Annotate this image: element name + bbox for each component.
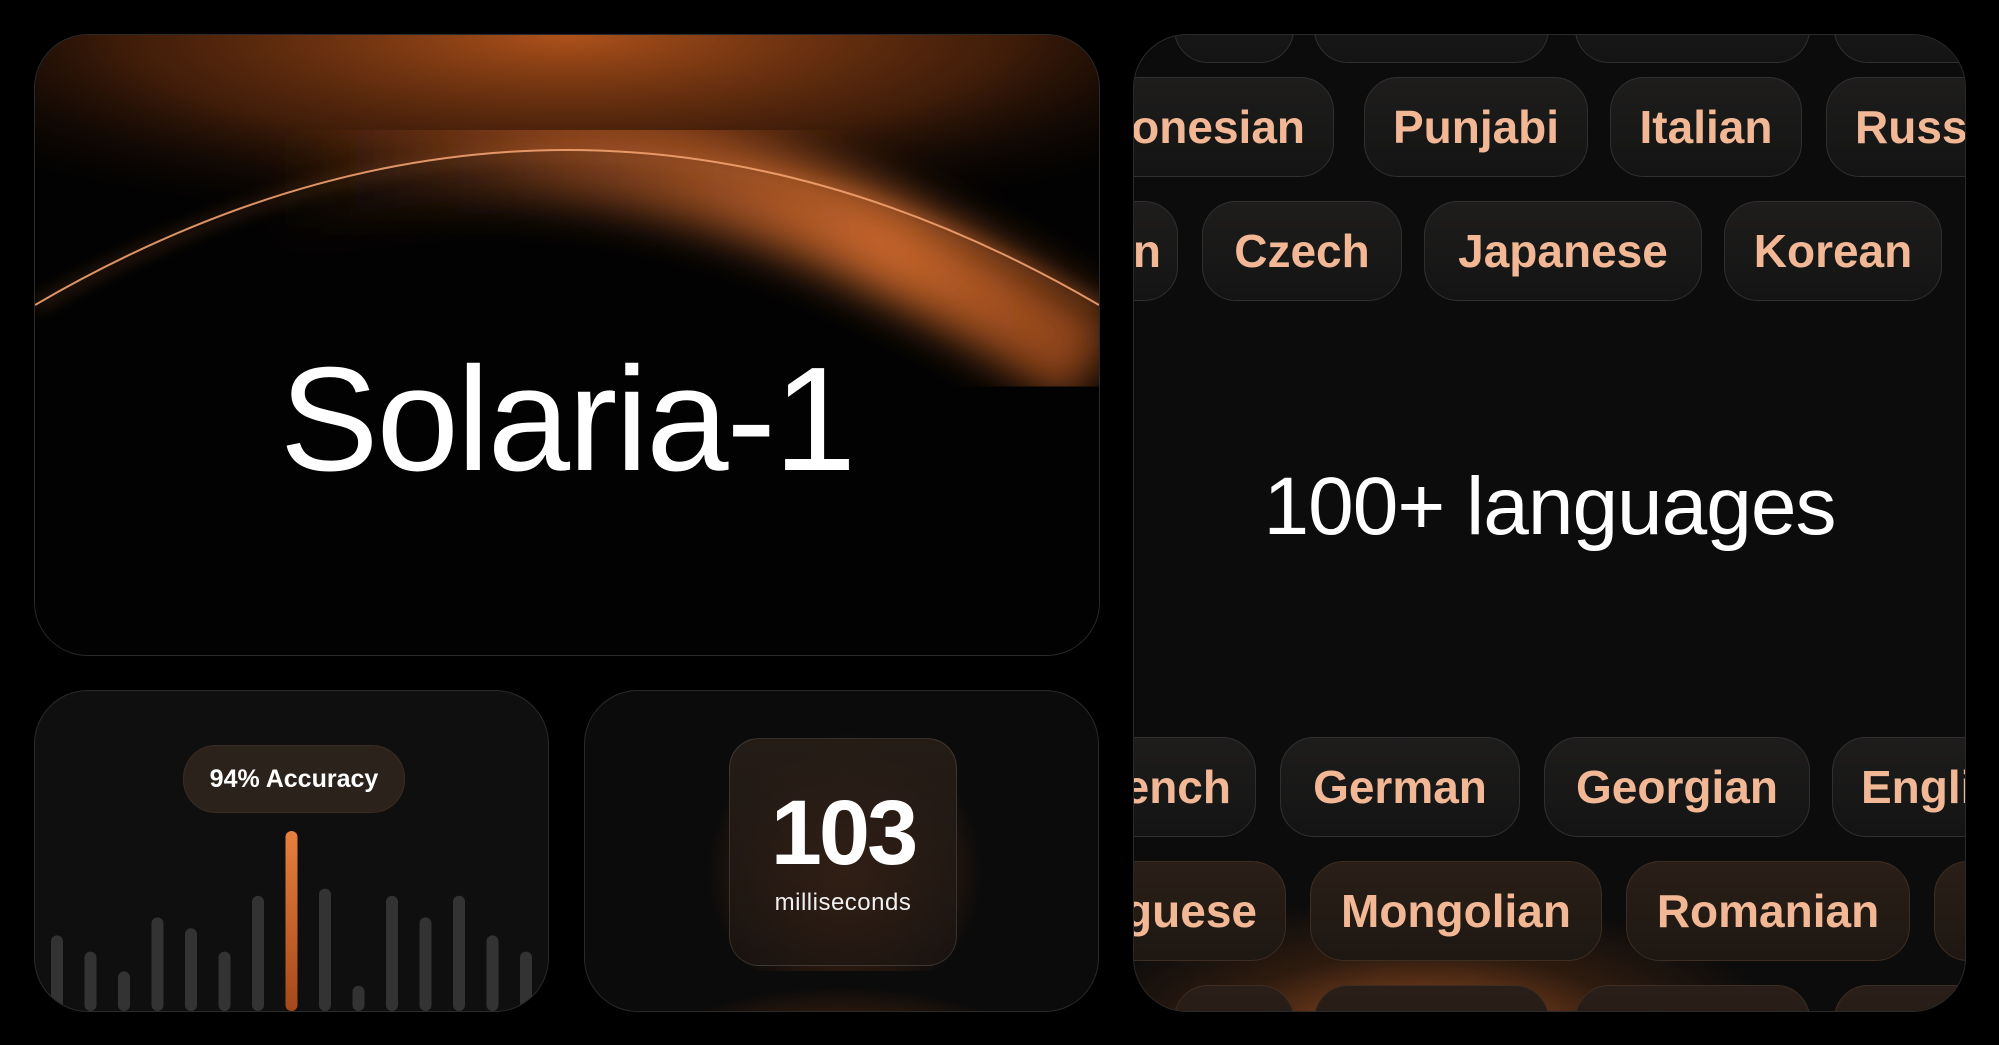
hero-card: Solaria-1 [34,34,1100,656]
language-pill: ench [1134,737,1256,837]
accuracy-bars [51,831,532,1011]
languages-title: 100+ languages [1263,461,1837,552]
language-pill: Korean [1724,201,1942,301]
accuracy-bar [185,928,197,1011]
latency-value: 103 [770,782,919,884]
language-pill: Czech [1202,201,1402,301]
accuracy-bar [486,935,499,1011]
accuracy-bar [520,951,532,1011]
accuracy-card: 94% Accuracy [34,690,549,1012]
language-pill: Mongolian [1310,861,1602,961]
accuracy-bar [419,917,432,1011]
language-pill: Russ [1826,77,1965,177]
accuracy-bar [118,971,130,1011]
language-pill: Italian [1610,77,1802,177]
accuracy-bar [352,985,365,1011]
accuracy-bar [252,895,264,1011]
language-pill: guese [1134,861,1286,961]
languages-card: onesian Punjabi Italian Russ n Czech Jap… [1133,34,1966,1012]
accuracy-bar [453,895,465,1011]
language-pill: Punjabi [1364,77,1588,177]
language-pill: Engli [1832,737,1965,837]
accuracy-badge: 94% Accuracy [183,745,405,813]
latency-panel: 103 milliseconds [729,738,957,966]
model-name-title: Solaria-1 [279,337,856,502]
accuracy-bar [51,935,63,1011]
latency-unit: milliseconds [774,889,912,916]
language-pill: Romanian [1626,861,1910,961]
accuracy-bar-highlight [285,831,298,1011]
language-pill: German [1280,737,1520,837]
accuracy-bar [84,951,97,1011]
accuracy-bar [319,888,331,1011]
latency-card: 103 milliseconds [584,690,1099,1012]
language-pill: onesian [1134,77,1334,177]
language-pill: Japanese [1424,201,1702,301]
language-pill: n [1134,201,1178,301]
accuracy-bar [151,917,164,1011]
language-pill: Georgian [1544,737,1810,837]
accuracy-bar [386,895,398,1011]
accuracy-bar [218,951,231,1011]
